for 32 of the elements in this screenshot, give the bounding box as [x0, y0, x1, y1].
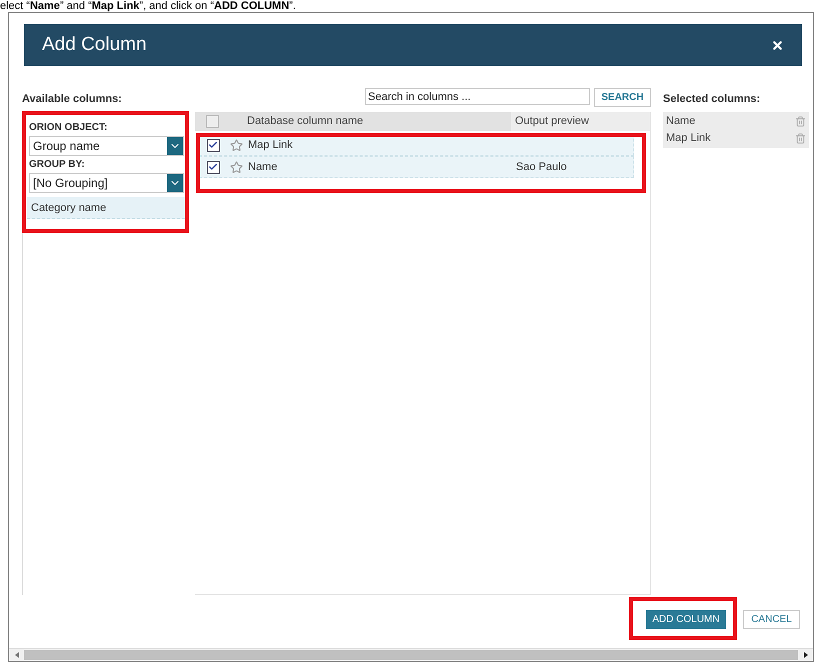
category-item[interactable]: Category name [27, 197, 185, 219]
trash-icon[interactable] [795, 133, 806, 144]
scrollbar-thumb[interactable] [24, 650, 798, 660]
column-row[interactable]: Name Sao Paulo [199, 156, 634, 178]
star-icon[interactable] [230, 160, 242, 174]
scroll-right-icon[interactable] [804, 652, 808, 658]
close-icon[interactable] [771, 38, 784, 52]
cancel-button[interactable]: CANCEL [743, 610, 800, 629]
column-header: Database column name [247, 114, 364, 130]
checkbox[interactable] [206, 138, 220, 152]
group-by-label: GROUP BY: [28, 158, 86, 172]
orion-object-label: ORION OBJECT: [28, 121, 108, 135]
column-name: Map Link [248, 138, 294, 153]
dropdown[interactable]: [No Grouping] [29, 173, 184, 193]
selected-column: Name [666, 113, 696, 130]
scroll-left-icon[interactable] [14, 652, 18, 658]
trash-icon[interactable] [795, 116, 806, 127]
selected-column: Map Link [666, 130, 711, 147]
checkbox[interactable] [206, 115, 218, 128]
star-icon[interactable] [230, 138, 242, 152]
add-column-button[interactable]: ADD COLUMN [646, 610, 726, 629]
output-preview: Sao Paulo [515, 160, 567, 175]
selected-columns-label: Selected columns: [663, 92, 762, 107]
search-button[interactable]: SEARCH [594, 88, 651, 107]
column-name: Name [248, 160, 278, 175]
available-columns-label: Available columns: [22, 92, 123, 107]
instruction-text: elect “Name” and “Map Link”, and click on “ADD COLUMN”. [0, 0, 296, 12]
column-header: Output preview [511, 112, 650, 131]
dropdown[interactable]: Group name [29, 136, 184, 156]
dialog-title: Add Column [42, 32, 147, 57]
checkbox[interactable] [206, 160, 220, 174]
search-field[interactable]: Search in columns ... [365, 88, 590, 105]
